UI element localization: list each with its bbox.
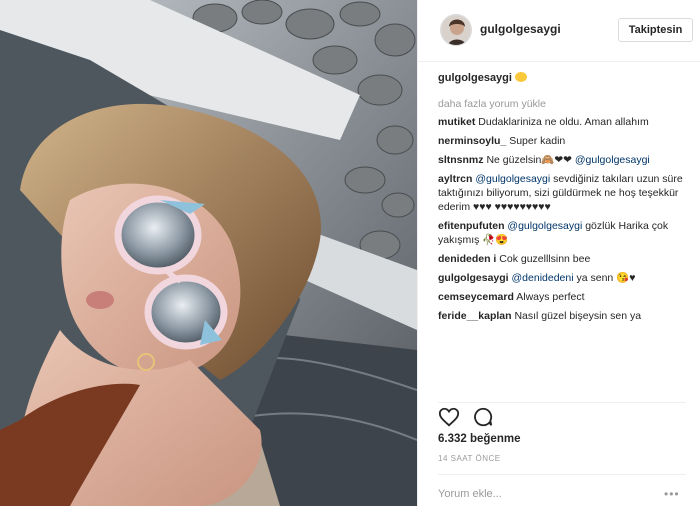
action-bar xyxy=(438,402,686,427)
more-options-icon[interactable]: ••• xyxy=(664,487,680,501)
comment-item: efitenpufuten @gulgolgesaygi gözlük Hari… xyxy=(438,219,686,247)
comment-username[interactable]: ayltrcn xyxy=(438,173,472,185)
comment-text: ya senn 😘♥ xyxy=(573,272,636,284)
comment-item: mutiket Dudaklariniza ne oldu. Aman alla… xyxy=(438,115,686,129)
comment-item: feride__kaplan Nasıl güzel bişeysin sen … xyxy=(438,309,686,323)
comment-text: Nasıl güzel bişeysin sen ya xyxy=(514,310,642,322)
comment-username[interactable]: nerminsoylu_ xyxy=(438,135,506,147)
comment-username[interactable]: cemseycemard xyxy=(438,291,514,303)
comment-username[interactable]: mutiket xyxy=(438,116,475,128)
post-header: gulgolgesaygi Takiptesin xyxy=(418,0,700,62)
likes-count[interactable]: 6.332 beğenme xyxy=(438,433,520,445)
sun-smile-emoji-icon xyxy=(514,72,527,82)
comment-text: Super kadin xyxy=(509,135,566,147)
comment-username[interactable]: gulgolgesaygi xyxy=(438,272,509,284)
comment-text: Ne güzelsin🙈❤❤ xyxy=(486,154,575,166)
comment-username[interactable]: feride__kaplan xyxy=(438,310,512,322)
comment-mention[interactable]: @gulgolgesaygi xyxy=(575,154,650,166)
comment-item: sltnsnmz Ne güzelsin🙈❤❤ @gulgolgesaygi xyxy=(438,153,686,167)
comment-item: denideden i Cok guzelllsinn bee xyxy=(438,252,686,266)
comment-icon[interactable] xyxy=(472,406,494,428)
follow-button[interactable]: Takiptesin xyxy=(618,18,693,42)
post-time: 14 SAAT ÖNCE xyxy=(438,454,501,463)
comment-mention[interactable]: @gulgolgesaygi xyxy=(475,173,550,185)
header-username[interactable]: gulgolgesaygi xyxy=(480,22,561,36)
comment-username[interactable]: denideden i xyxy=(438,253,496,265)
post-side-panel: gulgolgesaygi Takiptesin gulgolgesaygi d… xyxy=(417,0,700,506)
comment-mention[interactable]: @gulgolgesaygi xyxy=(507,220,582,232)
comment-list[interactable]: gulgolgesaygi daha fazla yorum yükle mut… xyxy=(438,70,686,394)
comment-text: Dudaklariniza ne oldu. Aman allahım xyxy=(478,116,649,128)
comment-mention[interactable]: @denidedeni xyxy=(512,272,574,284)
selfie-photo xyxy=(0,0,417,506)
comment-item: cemseycemard Always perfect xyxy=(438,290,686,304)
comment-item: ayltrcn @gulgolgesaygi sevdiğiniz takıla… xyxy=(438,172,686,214)
comment-items: mutiket Dudaklariniza ne oldu. Aman alla… xyxy=(438,115,686,323)
comment-text: Always perfect xyxy=(516,291,585,303)
avatar-image xyxy=(441,15,471,45)
comment-text: Cok guzelllsinn bee xyxy=(499,253,591,265)
comment-username[interactable]: sltnsnmz xyxy=(438,154,484,166)
comment-username[interactable]: efitenpufuten xyxy=(438,220,505,232)
comment-item: gulgolgesaygi @denidedeni ya senn 😘♥ xyxy=(438,271,686,285)
post-photo[interactable] xyxy=(0,0,417,506)
caption-username[interactable]: gulgolgesaygi xyxy=(438,72,512,84)
comment-box: ••• xyxy=(438,474,686,506)
comment-input[interactable] xyxy=(438,486,658,502)
heart-icon[interactable] xyxy=(438,406,460,428)
avatar[interactable] xyxy=(440,14,472,46)
comment-item: nerminsoylu_ Super kadin xyxy=(438,134,686,148)
load-more-comments[interactable]: daha fazla yorum yükle xyxy=(438,97,686,111)
caption: gulgolgesaygi xyxy=(438,71,686,85)
